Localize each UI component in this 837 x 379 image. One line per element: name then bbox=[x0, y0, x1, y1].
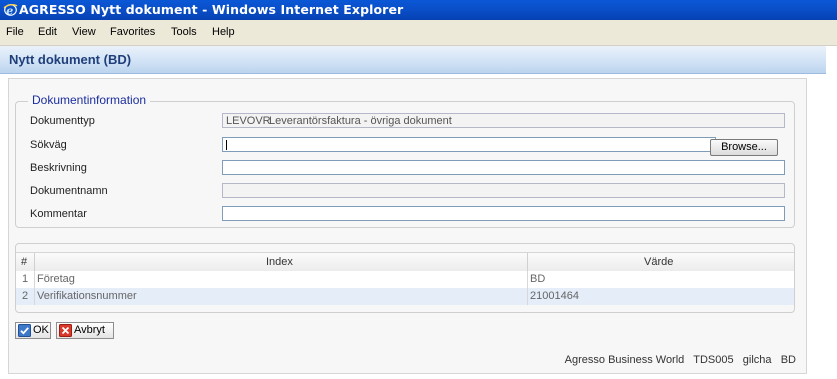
kommentar-input[interactable] bbox=[222, 206, 785, 221]
dokumenttyp-code: LEVOVR bbox=[226, 115, 271, 127]
dokumenttyp-value: Leverantörsfaktura - övriga dokument bbox=[269, 115, 452, 127]
menu-edit[interactable]: Edit bbox=[38, 26, 57, 38]
table-row[interactable]: 1 Företag BD bbox=[16, 271, 794, 288]
row-index: Företag bbox=[37, 273, 75, 285]
col-divider bbox=[527, 253, 528, 271]
checkmark-icon bbox=[18, 324, 31, 337]
row-index: Verifikationsnummer bbox=[37, 290, 137, 302]
ie-icon: e bbox=[3, 3, 18, 17]
page-title: Nytt dokument (BD) bbox=[9, 52, 132, 67]
table-row[interactable]: 2 Verifikationsnummer 21001464 bbox=[16, 288, 794, 305]
dokumenttyp-field: LEVOVRLeverantörsfaktura - övriga dokume… bbox=[222, 113, 785, 128]
menu-file[interactable]: File bbox=[6, 26, 24, 38]
grid-header: # Index Värde bbox=[16, 252, 794, 272]
status-company: BD bbox=[780, 354, 796, 366]
col-divider bbox=[527, 271, 528, 288]
row-number: 1 bbox=[22, 273, 29, 285]
cross-icon bbox=[59, 324, 72, 337]
row-value: 21001464 bbox=[530, 290, 579, 302]
cancel-button[interactable]: Avbryt bbox=[56, 322, 114, 339]
menu-tools[interactable]: Tools bbox=[171, 26, 197, 38]
content-area: Dokumenttyp LEVOVRLeverantörsfaktura - ö… bbox=[0, 74, 837, 379]
label-kommentar: Kommentar bbox=[30, 208, 87, 220]
dokumentnamn-field bbox=[222, 183, 785, 198]
page-header: Nytt dokument (BD) bbox=[0, 46, 837, 74]
status-user: gilcha bbox=[742, 354, 772, 366]
menu-favorites[interactable]: Favorites bbox=[110, 26, 155, 38]
menu-bar: File Edit View Favorites Tools Help bbox=[0, 20, 837, 46]
menu-view[interactable]: View bbox=[72, 26, 96, 38]
label-beskrivning: Beskrivning bbox=[30, 162, 87, 174]
status-app: Agresso Business World bbox=[564, 354, 685, 366]
label-dokumentnamn: Dokumentnamn bbox=[30, 185, 108, 197]
docinfo-fieldset: Dokumenttyp LEVOVRLeverantörsfaktura - ö… bbox=[15, 101, 795, 228]
row-value: BD bbox=[530, 273, 546, 285]
col-header-num[interactable]: # bbox=[21, 256, 27, 268]
text-caret bbox=[226, 140, 227, 150]
label-dokumenttyp: Dokumenttyp bbox=[30, 115, 95, 127]
col-header-varde[interactable]: Värde bbox=[644, 256, 673, 268]
index-grid: # Index Värde 1 Företag BD 2 Verifikatio… bbox=[15, 243, 795, 313]
form-panel: Dokumenttyp LEVOVRLeverantörsfaktura - ö… bbox=[8, 78, 807, 374]
beskrivning-input[interactable] bbox=[222, 160, 785, 175]
col-divider bbox=[34, 288, 35, 305]
col-header-index[interactable]: Index bbox=[266, 256, 293, 268]
row-number: 2 bbox=[22, 290, 29, 302]
cancel-label: Avbryt bbox=[74, 324, 105, 336]
col-divider bbox=[34, 271, 35, 288]
sokvag-input[interactable] bbox=[222, 137, 716, 152]
ok-button[interactable]: OK bbox=[15, 322, 51, 339]
status-server: TDS005 bbox=[693, 354, 734, 366]
col-divider bbox=[34, 253, 35, 271]
label-sokvag: Sökväg bbox=[30, 139, 67, 151]
window-titlebar: e AGRESSO Nytt dokument - Windows Intern… bbox=[0, 0, 837, 20]
docinfo-legend: Dokumentinformation bbox=[28, 93, 151, 107]
window-title: AGRESSO Nytt dokument - Windows Internet… bbox=[19, 2, 404, 17]
col-divider bbox=[527, 288, 528, 305]
status-bar: Agresso Business World TDS005 gilcha BD bbox=[565, 354, 796, 366]
menu-help[interactable]: Help bbox=[212, 26, 235, 38]
browse-button[interactable]: Browse... bbox=[710, 139, 778, 156]
ok-label: OK bbox=[33, 324, 49, 336]
